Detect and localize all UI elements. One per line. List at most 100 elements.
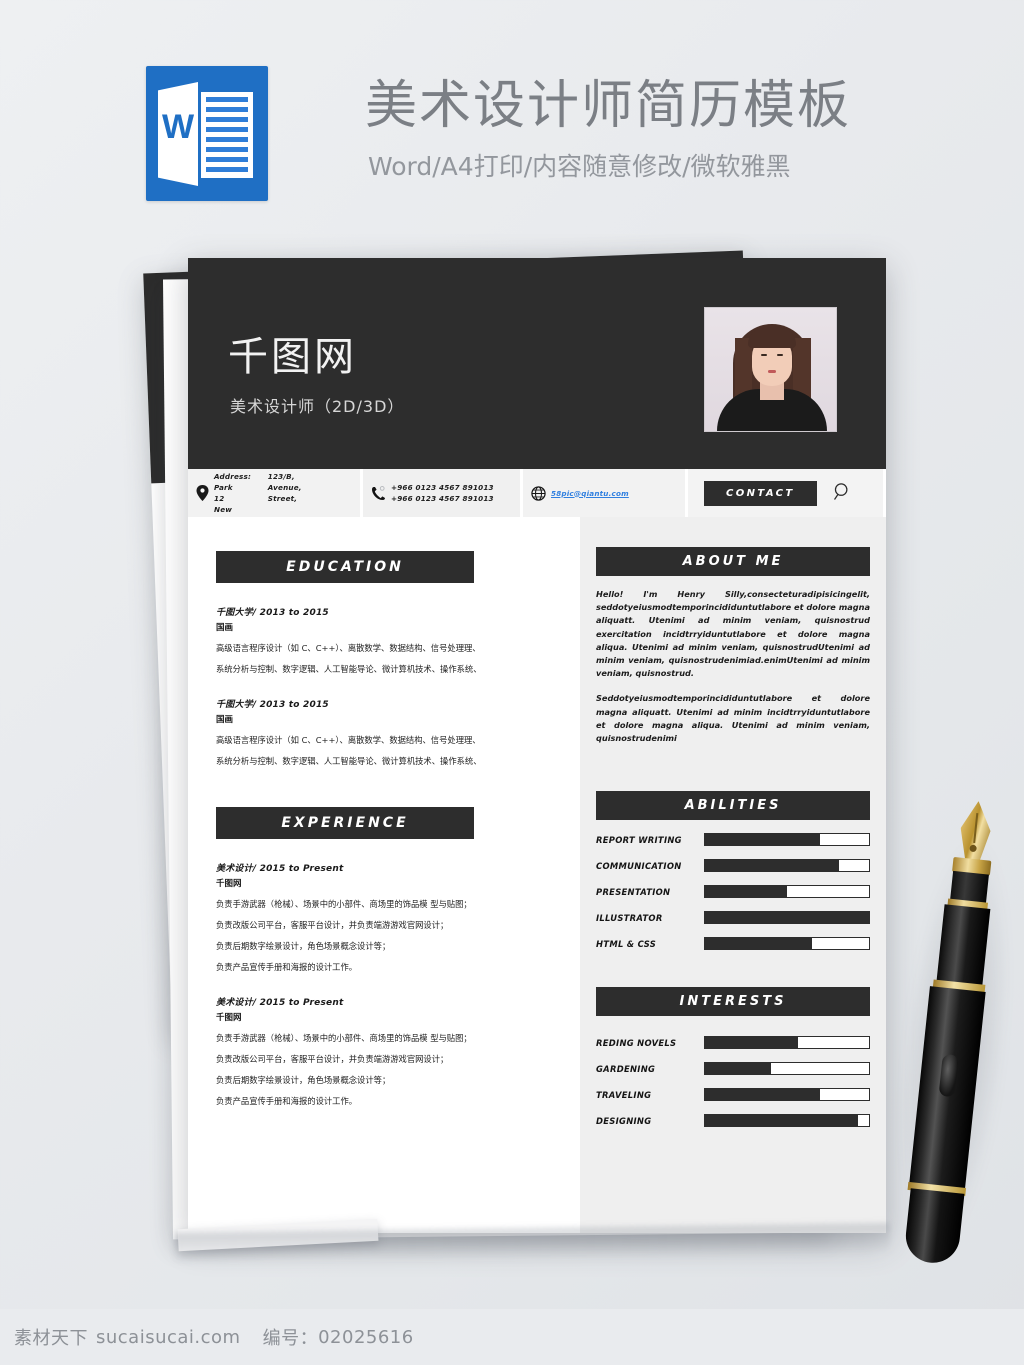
- interest-meter-fill: [705, 1063, 771, 1074]
- page-banner: W 美术设计师简历模板 Word/A4打印/内容随意修改/微软雅黑: [0, 0, 1024, 215]
- experience-desc-line: 负责手游武器（枪械）、场景中的小部件、商场里的饰品模 型与贴图；: [216, 899, 472, 909]
- ability-meter: [704, 911, 870, 924]
- ability-label: HTML & CSS: [596, 938, 657, 949]
- interest-meter-fill: [705, 1115, 858, 1126]
- contact-bar: Address: 123/B, Park Avenue, 12 Street, …: [188, 469, 886, 517]
- ability-meter-fill: [705, 834, 820, 845]
- interest-meter-fill: [705, 1037, 799, 1048]
- contact-actions: CONTACT: [688, 469, 886, 517]
- experience-desc-line: 负责后期数字绘景设计，角色场景概念设计等；: [216, 941, 391, 951]
- ability-meter-fill: [705, 912, 869, 923]
- ability-row: COMMUNICATION: [596, 859, 870, 872]
- ability-meter: [704, 937, 870, 950]
- ability-label: REPORT WRITING: [596, 834, 682, 845]
- section-heading-abilities: ABILITIES: [596, 791, 870, 820]
- education-desc-line: 高级语言程序设计（如 C、C++）、离散数学、数据结构、信号处理理、: [216, 643, 481, 653]
- contact-email-text[interactable]: 58pic@qiantu.com: [551, 488, 629, 499]
- interest-label: TRAVELING: [596, 1089, 652, 1100]
- interest-row: DESIGNING: [596, 1114, 870, 1127]
- experience-desc-line: 负责改版公司平台，客服平台设计，并负责端游游戏官网设计；: [216, 920, 449, 930]
- ability-label: PRESENTATION: [596, 886, 671, 897]
- ability-meter-fill: [705, 886, 787, 897]
- education-desc-line: 系统分析与控制、数字逻辑、人工智能导论、微计算机技术、操作系统、: [216, 756, 482, 766]
- pen-tail: [903, 1188, 965, 1266]
- resume-header: 千图网 美术设计师（2D/3D）: [188, 258, 886, 469]
- contact-button[interactable]: CONTACT: [704, 480, 817, 506]
- resume-body: EDUCATION 千图大学/ 2013 to 2015 国画 高级语言程序设计…: [188, 517, 886, 1233]
- interest-row: TRAVELING: [596, 1088, 870, 1101]
- experience-company: 千图网: [216, 1013, 242, 1023]
- education-entry: 千图大学/ 2013 to 2015 国画 高级语言程序设计（如 C、C++）、…: [216, 697, 558, 767]
- section-heading-experience: EXPERIENCE: [216, 807, 474, 839]
- resume-left-column: EDUCATION 千图大学/ 2013 to 2015 国画 高级语言程序设计…: [188, 517, 580, 1233]
- interest-meter: [704, 1036, 870, 1049]
- contact-address-text: Address: 123/B, Park Avenue, 12 Street, …: [214, 472, 302, 514]
- resume-name: 千图网: [228, 334, 357, 380]
- about-me-paragraph: Seddotyeiusmodtemporincididuntutlabore e…: [596, 693, 870, 744]
- education-major: 国画: [216, 623, 234, 633]
- footer-site: sucaisucai.com: [96, 1326, 241, 1348]
- education-school-date: 千图大学/ 2013 to 2015: [216, 700, 329, 710]
- word-document-icon: W: [146, 66, 268, 201]
- ability-label: ILLUSTRATOR: [596, 912, 663, 923]
- resume-right-column: ABOUT ME Hello! I'm Henry Silly,consecte…: [580, 517, 886, 1233]
- interest-label: DESIGNING: [596, 1115, 652, 1126]
- ability-meter-fill: [705, 860, 840, 871]
- education-major: 国画: [216, 715, 234, 725]
- email-link[interactable]: 58pic@qiantu.com: [551, 489, 629, 498]
- ability-meter: [704, 859, 870, 872]
- contact-email: 58pic@qiantu.com: [523, 469, 688, 517]
- footer-id-value: 02025616: [318, 1326, 414, 1348]
- experience-desc-line: 负责后期数字绘景设计，角色场景概念设计等；: [216, 1075, 391, 1085]
- experience-desc-line: 负责改版公司平台，客服平台设计，并负责端游游戏官网设计；: [216, 1054, 449, 1064]
- search-icon[interactable]: [833, 482, 852, 505]
- ability-meter: [704, 833, 870, 846]
- ability-meter-fill: [705, 938, 812, 949]
- avatar: [704, 307, 837, 432]
- footer: 素材天下 sucaisucai.com 编号： 02025616: [0, 1309, 1024, 1365]
- education-entry: 千图大学/ 2013 to 2015 国画 高级语言程序设计（如 C、C++）、…: [216, 605, 558, 675]
- contact-phone: +966 0123 4567 891013 +966 0123 4567 891…: [363, 469, 523, 517]
- abilities-section: ABILITIES REPORT WRITING COMMUNICATION P…: [596, 791, 870, 950]
- experience-desc-line: 负责手游武器（枪械）、场景中的小部件、商场里的饰品模 型与贴图；: [216, 1033, 472, 1043]
- pen-barrel-upper: [936, 904, 991, 987]
- ability-label: COMMUNICATION: [596, 860, 682, 871]
- experience-entry: 美术设计/ 2015 to Present 千图网 负责手游武器（枪械）、场景中…: [216, 861, 558, 973]
- experience-title-date: 美术设计/ 2015 to Present: [216, 864, 344, 874]
- interest-meter: [704, 1062, 870, 1075]
- ability-row: HTML & CSS: [596, 937, 870, 950]
- experience-desc-line: 负责产品宣传手册和海报的设计工作。: [216, 1096, 358, 1106]
- location-pin-icon: [196, 485, 209, 501]
- education-desc-line: 系统分析与控制、数字逻辑、人工智能导论、微计算机技术、操作系统、: [216, 664, 482, 674]
- resume-role: 美术设计师（2D/3D）: [230, 397, 405, 416]
- footer-id-label: 编号：: [262, 1328, 319, 1349]
- experience-entry: 美术设计/ 2015 to Present 千图网 负责手游武器（枪械）、场景中…: [216, 995, 558, 1107]
- about-me-text: Hello! I'm Henry Silly,consecteturadipis…: [596, 588, 870, 745]
- education-school-date: 千图大学/ 2013 to 2015: [216, 608, 329, 618]
- resume-document[interactable]: 千图网 美术设计师（2D/3D） Address: 123/B, Park Av…: [188, 258, 886, 1233]
- interest-label: GARDENING: [596, 1063, 656, 1074]
- ability-row: REPORT WRITING: [596, 833, 870, 846]
- experience-company: 千图网: [216, 879, 242, 889]
- ability-row: PRESENTATION: [596, 885, 870, 898]
- footer-brand: 素材天下: [14, 1328, 88, 1349]
- page-subtitle: Word/A4打印/内容随意修改/微软雅黑: [368, 152, 791, 181]
- interests-section: INTERESTS REDING NOVELS GARDENING TRAVEL…: [596, 987, 870, 1127]
- experience-desc-line: 负责产品宣传手册和海报的设计工作。: [216, 962, 358, 972]
- section-heading-about-me: ABOUT ME: [596, 547, 870, 576]
- experience-title-date: 美术设计/ 2015 to Present: [216, 998, 344, 1008]
- contact-phone-text: +966 0123 4567 891013 +966 0123 4567 891…: [391, 483, 494, 503]
- about-me-paragraph: Hello! I'm Henry Silly,consecteturadipis…: [596, 589, 870, 679]
- interest-meter-fill: [705, 1089, 820, 1100]
- interest-row: REDING NOVELS: [596, 1036, 870, 1049]
- section-heading-education: EDUCATION: [216, 551, 474, 583]
- contact-address: Address: 123/B, Park Avenue, 12 Street, …: [188, 469, 363, 517]
- interest-label: REDING NOVELS: [596, 1037, 677, 1048]
- page-title: 美术设计师简历模板: [365, 76, 852, 136]
- globe-icon: [531, 485, 546, 501]
- word-icon-lines: [201, 92, 253, 178]
- section-heading-interests: INTERESTS: [596, 987, 870, 1016]
- phone-icon: [371, 485, 386, 501]
- ability-meter: [704, 885, 870, 898]
- interest-row: GARDENING: [596, 1062, 870, 1075]
